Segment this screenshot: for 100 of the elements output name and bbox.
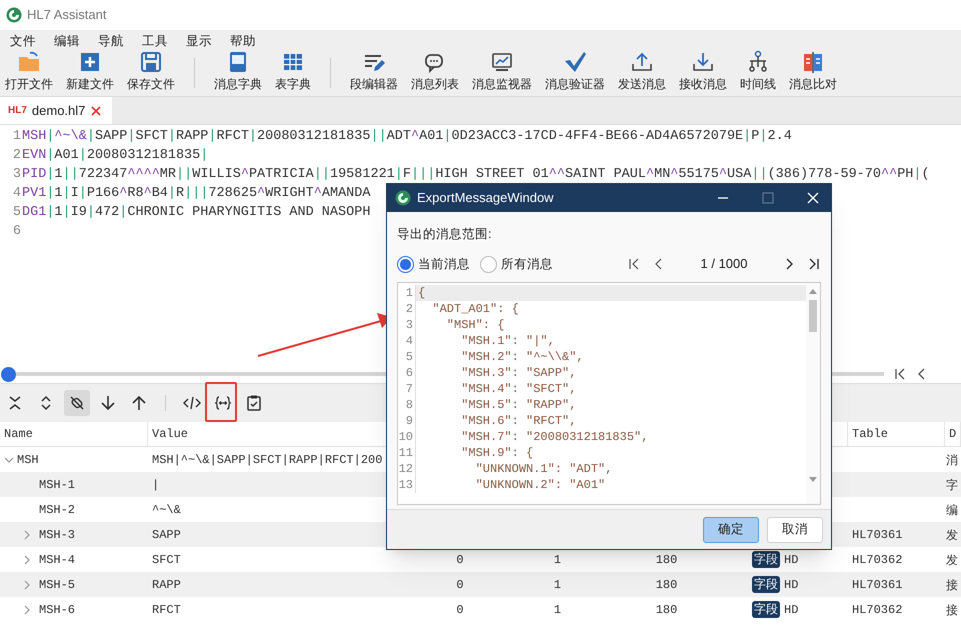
first-page-icon[interactable] — [629, 258, 639, 270]
table-cell-text: 编 — [946, 502, 958, 518]
toolbar-button[interactable]: 消息验证器 — [540, 50, 610, 93]
table-cell-text: ^~\& — [152, 502, 181, 518]
tree-node-label[interactable]: MSH-4 — [39, 550, 76, 568]
code-line: { — [417, 285, 426, 301]
clipboard-check-icon — [245, 394, 263, 412]
code-line: "MSH.3": "SAPP", — [460, 365, 576, 381]
tree-node-label[interactable]: MSH-5 — [39, 576, 76, 594]
menu-item[interactable]: 显示 — [186, 32, 212, 50]
chevron-right-icon[interactable] — [22, 554, 32, 564]
table-cell-text: 1 — [554, 576, 562, 594]
code-line: "UNKNOWN.1": "ADT", — [474, 461, 612, 477]
file-tab[interactable]: HL7 demo.hl7 — [0, 97, 112, 124]
code-line: "ADT_A01": { — [431, 301, 519, 317]
menu-item[interactable]: 文件 — [10, 32, 36, 50]
toolbar-button[interactable]: 新建文件 — [61, 50, 119, 93]
scroll-up-icon[interactable] — [809, 289, 817, 294]
code-line: EVN|A01|20080312181835| — [22, 147, 208, 165]
code-line: "MSH.2": "^~\\&", — [460, 349, 584, 365]
line-number: 4 — [12, 185, 22, 203]
column-header[interactable]: Name — [0, 425, 33, 443]
scroll-thumb[interactable] — [1, 366, 16, 382]
tree-node-label[interactable]: MSH-2 — [39, 500, 76, 518]
radio-option[interactable]: 所有消息 — [480, 254, 553, 274]
checkmark-icon — [563, 50, 587, 74]
app-logo-icon — [6, 7, 22, 23]
range-label: 导出的消息范围: — [397, 226, 492, 244]
toolbar-button[interactable]: 接收消息 — [674, 50, 732, 93]
line-number: 3 — [12, 166, 22, 184]
chevron-right-icon[interactable] — [22, 604, 32, 614]
code-line: DG1|1|I9|472|CHRONIC PHARYNGITIS AND NASOPH — [22, 204, 370, 222]
toolbar-button[interactable]: 消息列表 — [406, 50, 464, 93]
column-header[interactable]: Value — [148, 425, 188, 443]
line-number: 1 — [398, 285, 416, 301]
menu-item[interactable]: 导航 — [98, 32, 124, 50]
type-badge: 字段 — [752, 601, 780, 618]
code-line: MSH|^~\&|SAPP|SFCT|RAPP|RFCT|20080312181835||ADT^A01|0D23ACC3-17CD-4FF4-BE66-AD4A6572079E|P|2.4 — [22, 128, 792, 146]
table-cell-text: 发 — [946, 526, 958, 544]
code-line: "MSH.9": { — [460, 445, 534, 461]
code-line: "MSH.7": "20080312181835", — [460, 429, 648, 445]
toolbar-button[interactable]: 消息比对 — [784, 50, 842, 93]
table-cell-text: 0 — [456, 602, 464, 618]
toolbar-button[interactable]: 保存文件 — [122, 50, 180, 93]
table-cell-text: 180 — [656, 576, 678, 594]
menu-item[interactable]: 帮助 — [230, 32, 256, 50]
column-header[interactable]: D — [945, 425, 956, 443]
tree-node-label[interactable]: MSH-1 — [39, 476, 76, 494]
toolbar-button[interactable]: 时间线 — [735, 50, 781, 93]
column-header[interactable]: Table — [848, 425, 888, 443]
tab-label: demo.hl7 — [32, 102, 86, 120]
table-cell-text: HL70361 — [852, 576, 902, 594]
table-cell-text: 发 — [946, 552, 958, 568]
table-cell-text: 字 — [946, 476, 958, 494]
upload-icon — [630, 50, 654, 74]
dialog-button[interactable]: 取消 — [767, 516, 823, 542]
first-page-icon[interactable] — [894, 368, 906, 380]
dialog-button[interactable]: 确定 — [703, 516, 759, 542]
app-logo-icon — [395, 190, 411, 206]
tree-node-label[interactable]: MSH-3 — [39, 526, 76, 544]
toolbar-button[interactable]: 打开文件 — [0, 50, 58, 93]
save-icon — [139, 50, 163, 74]
toolbar-button[interactable]: 段编辑器 — [345, 50, 403, 93]
toolbar-button[interactable]: 消息监视器 — [467, 50, 537, 93]
line-number: 12 — [398, 461, 416, 477]
code-line: "MSH": { — [446, 317, 504, 333]
table-cell-text: 1 — [554, 552, 562, 568]
code-line: "MSH.5": "RAPP", — [460, 397, 576, 413]
scroll-down-icon[interactable] — [809, 477, 817, 482]
next-icon[interactable] — [784, 258, 794, 270]
radio-option[interactable]: 当前消息 — [397, 254, 470, 274]
type-badge: 字段 — [752, 551, 780, 568]
table-cell-text: 0 — [456, 552, 464, 568]
toolbar-button[interactable]: 发送消息 — [613, 50, 671, 93]
code-line: PV1|1|I|P166^R8^B4|R|||728625^WRIGHT^AMANDA — [22, 185, 370, 203]
menu-item[interactable]: 编辑 — [54, 32, 80, 50]
previous-icon[interactable] — [654, 258, 664, 270]
tool-button[interactable] — [64, 390, 90, 416]
line-number: 5 — [12, 204, 22, 222]
table-cell-text: 接 — [946, 576, 958, 594]
tree-node-label[interactable]: MSH-6 — [39, 600, 76, 618]
table-cell-text: 消 — [946, 452, 958, 468]
table-cell-text: | — [152, 476, 160, 494]
last-page-icon[interactable] — [809, 258, 819, 270]
tree-node-label[interactable]: MSH — [17, 450, 39, 468]
table-cell-text: HD — [784, 552, 798, 568]
table-cell-text: HL70362 — [852, 602, 902, 618]
code-icon — [183, 394, 201, 412]
code-line: PID|1||722347^^^^MR||WILLIS^PATRICIA||19581221|F|||HIGH STREET 01^^SAINT PAUL^MN^55175^USA||(386)778-59-70^^PH|( — [22, 166, 930, 184]
dialog-title: ExportMessageWindow — [417, 189, 554, 208]
maximize-icon[interactable] — [762, 192, 774, 204]
line-number: 6 — [12, 223, 22, 241]
line-number: 2 — [12, 147, 22, 165]
toolbar-button[interactable]: 表字典 — [270, 50, 316, 93]
braces-icon — [214, 394, 232, 412]
toolbar-button[interactable]: 消息字典 — [209, 50, 267, 93]
scroll-thumb[interactable] — [809, 300, 817, 332]
menu-item[interactable]: 工具 — [142, 32, 168, 50]
chevron-down-icon[interactable] — [4, 454, 14, 464]
compare-icon — [801, 50, 825, 74]
